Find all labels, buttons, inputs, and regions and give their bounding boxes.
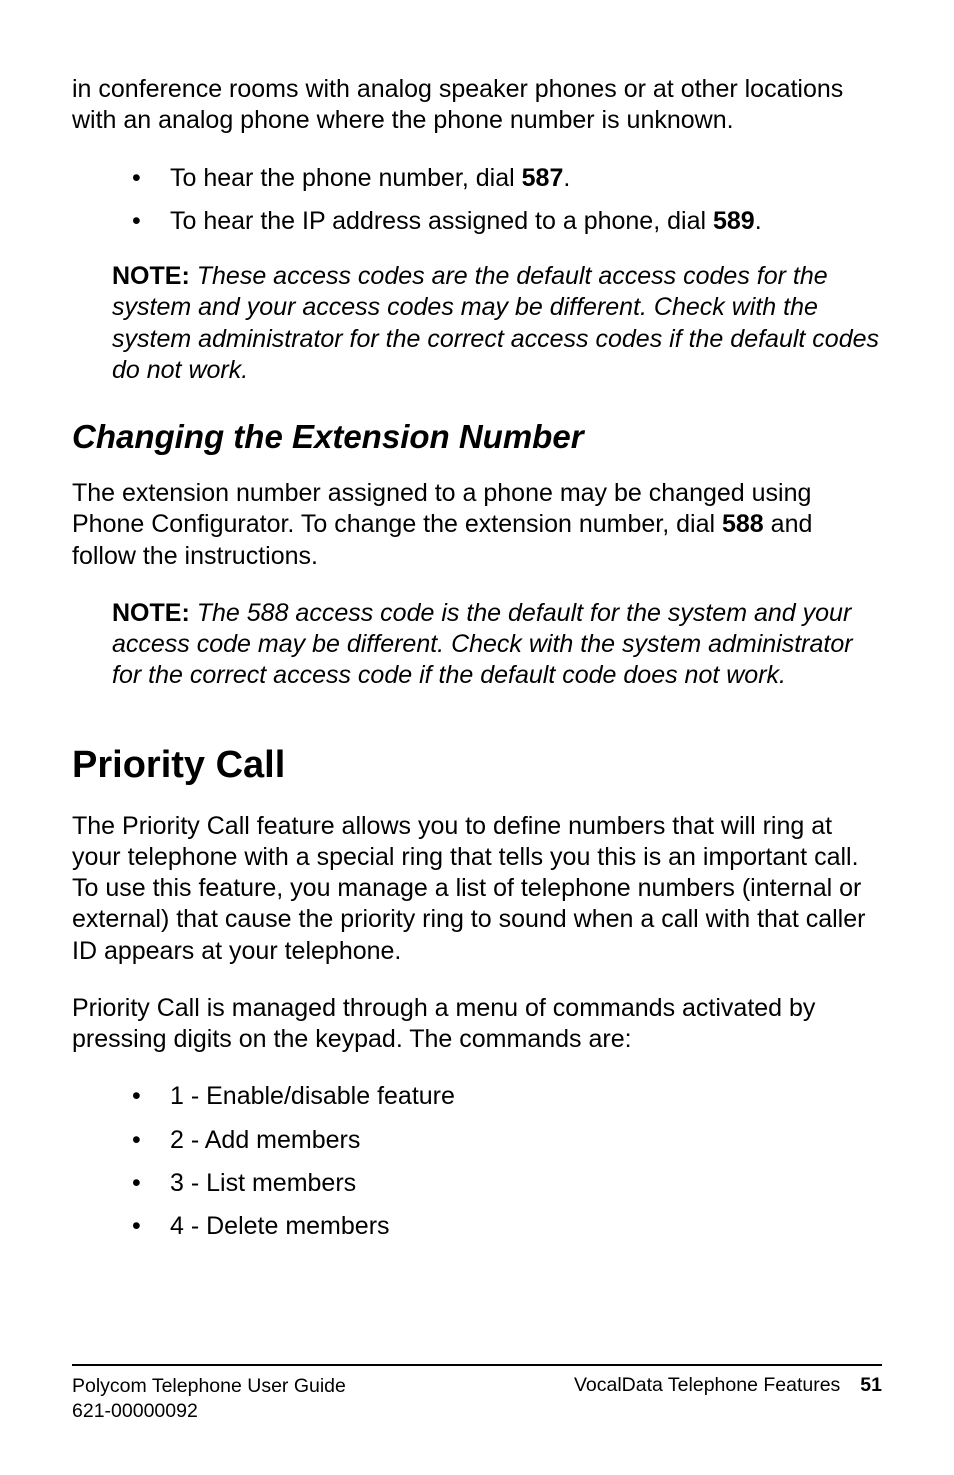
intro-indent-block: To hear the phone number, dial 587. To h…	[112, 163, 882, 387]
list-item: 1 - Enable/disable feature	[112, 1081, 882, 1112]
list-item: 3 - List members	[112, 1168, 882, 1199]
footer-row: Polycom Telephone User Guide 621-0000009…	[72, 1374, 882, 1423]
page-footer: Polycom Telephone User Guide 621-0000009…	[72, 1364, 882, 1423]
ext-para-pre: The extension number assigned to a phone…	[72, 479, 811, 538]
heading-priority-call: Priority Call	[72, 744, 882, 787]
bullet-text: 4 - Delete members	[170, 1212, 390, 1240]
list-item: To hear the phone number, dial 587.	[112, 163, 882, 194]
footer-right-text: VocalData Telephone Features	[574, 1374, 840, 1396]
note-body-text: These access codes are the default acces…	[112, 262, 879, 384]
bullet-text-post: .	[563, 164, 570, 192]
heading-changing-extension: Changing the Extension Number	[72, 418, 882, 456]
note-label: NOTE:	[112, 599, 190, 627]
note-body: The 588 access code is the default for t…	[112, 599, 853, 690]
bullet-text: 3 - List members	[170, 1169, 356, 1197]
footer-left-line1: Polycom Telephone User Guide	[72, 1374, 346, 1398]
bullet-text: 2 - Add members	[170, 1126, 360, 1154]
priority-para-2: Priority Call is managed through a menu …	[72, 993, 882, 1056]
priority-para-1: The Priority Call feature allows you to …	[72, 811, 882, 967]
priority-bullet-list: 1 - Enable/disable feature 2 - Add membe…	[112, 1081, 882, 1242]
footer-rule	[72, 1364, 882, 1366]
intro-bullet-list: To hear the phone number, dial 587. To h…	[112, 163, 882, 238]
bullet-text: 1 - Enable/disable feature	[170, 1082, 455, 1110]
bullet-text-bold: 589	[713, 207, 755, 235]
note-label: NOTE:	[112, 262, 190, 290]
page: in conference rooms with analog speaker …	[0, 0, 954, 1475]
footer-right: VocalData Telephone Features 51	[574, 1374, 882, 1397]
bullet-text-pre: To hear the phone number, dial	[170, 164, 522, 192]
intro-paragraph: in conference rooms with analog speaker …	[72, 74, 882, 137]
bullet-text-bold: 587	[522, 164, 564, 192]
ext-paragraph: The extension number assigned to a phone…	[72, 478, 882, 572]
list-item: 4 - Delete members	[112, 1211, 882, 1242]
priority-indent-block: 1 - Enable/disable feature 2 - Add membe…	[112, 1081, 882, 1242]
note-block: NOTE: These access codes are the default…	[112, 261, 882, 386]
note-block: NOTE: The 588 access code is the default…	[112, 598, 882, 692]
list-item: 2 - Add members	[112, 1125, 882, 1156]
bullet-text-pre: To hear the IP address assigned to a pho…	[170, 207, 713, 235]
footer-left: Polycom Telephone User Guide 621-0000009…	[72, 1374, 346, 1423]
footer-left-line2: 621-00000092	[72, 1399, 346, 1423]
ext-indent-block: NOTE: The 588 access code is the default…	[112, 598, 882, 692]
ext-para-bold: 588	[722, 510, 764, 538]
page-number: 51	[860, 1374, 882, 1396]
list-item: To hear the IP address assigned to a pho…	[112, 206, 882, 237]
bullet-text-post: .	[755, 207, 762, 235]
note-body: These access codes are the default acces…	[112, 262, 879, 384]
note-body-text: The 588 access code is the default for t…	[112, 599, 853, 690]
